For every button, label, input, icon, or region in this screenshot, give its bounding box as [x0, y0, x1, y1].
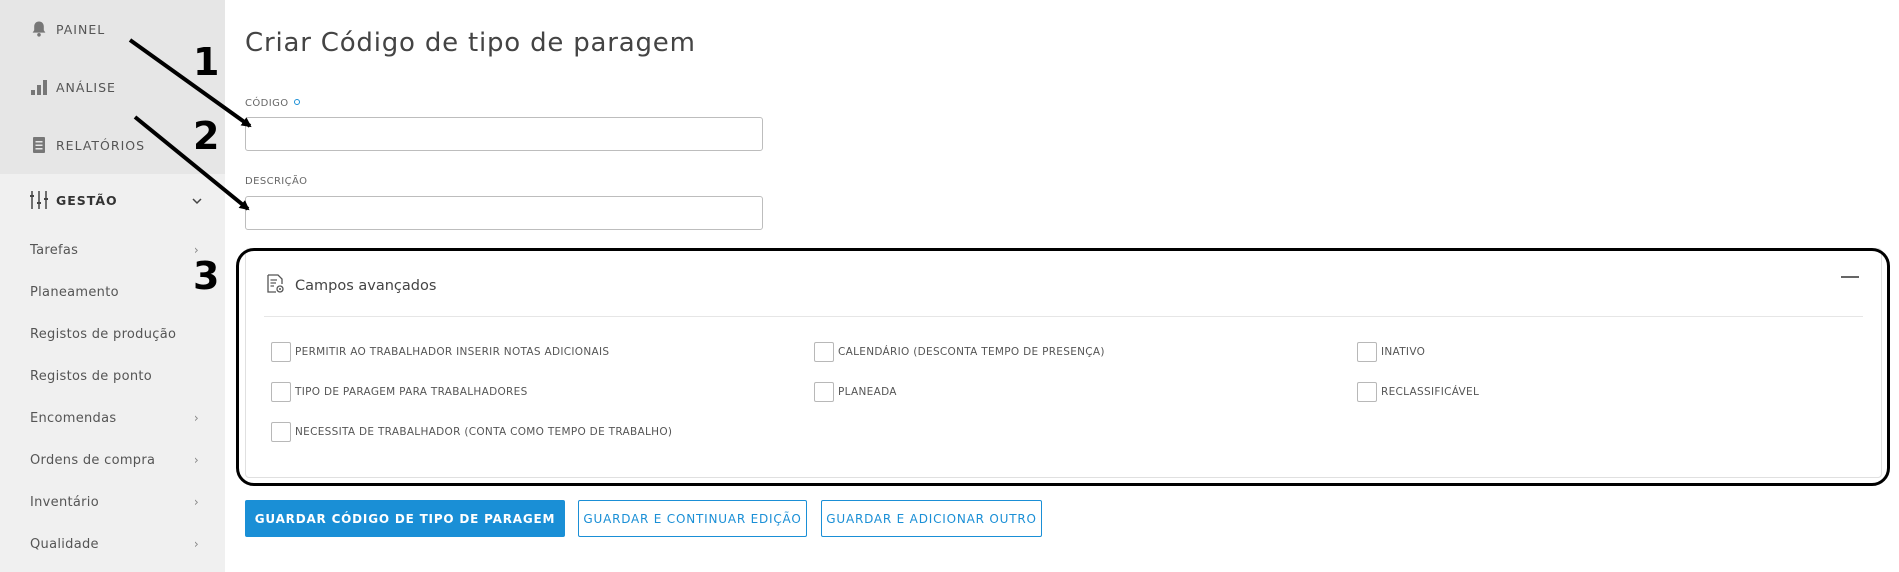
checkbox-label: NECESSITA DE TRABALHADOR (CONTA COMO TEM… [295, 426, 673, 438]
chevron-right-icon: › [193, 453, 199, 467]
checkbox-necessita-trabalhador[interactable]: NECESSITA DE TRABALHADOR (CONTA COMO TEM… [271, 422, 672, 442]
checkbox-box[interactable] [271, 382, 291, 402]
page-title: Criar Código de tipo de paragem [245, 28, 696, 58]
checkbox-calendario[interactable]: CALENDÁRIO (DESCONTA TEMPO DE PRESENÇA) [814, 342, 1105, 362]
sidebar-item-label: Registos de produção [30, 326, 177, 342]
sidebar-item-planeamento[interactable]: Planeamento [0, 277, 225, 307]
checkbox-inativo[interactable]: INATIVO [1357, 342, 1425, 362]
nav-analise-label: ANÁLISE [56, 79, 116, 95]
nav-painel[interactable]: PAINEL [0, 0, 225, 58]
checkbox-box[interactable] [271, 342, 291, 362]
sidebar-item-encomendas[interactable]: Encomendas › [0, 403, 225, 433]
checkbox-box[interactable] [814, 382, 834, 402]
advanced-fields-title: Campos avançados [295, 278, 437, 294]
chevron-right-icon: › [193, 411, 199, 425]
sidebar-item-tarefas[interactable]: Tarefas › [0, 235, 225, 265]
sidebar-item-label: Qualidade [30, 536, 99, 552]
nav-analise[interactable]: ANÁLISE [0, 58, 225, 116]
nav-painel-label: PAINEL [56, 21, 106, 37]
nav-relatorios-label: RELATÓRIOS [56, 137, 146, 153]
checkbox-planeada[interactable]: PLANEADA [814, 382, 897, 402]
sidebar-item-registos-producao[interactable]: Registos de produção [0, 319, 225, 349]
sliders-icon [29, 190, 49, 210]
advanced-fields-header[interactable]: Campos avançados [264, 273, 436, 299]
annotation-number-2: 2 [193, 114, 220, 158]
checkbox-label: TIPO DE PARAGEM PARA TRABALHADORES [295, 386, 528, 398]
sidebar-item-label: Tarefas [30, 242, 79, 258]
checkbox-label: CALENDÁRIO (DESCONTA TEMPO DE PRESENÇA) [838, 346, 1105, 358]
checkbox-label: INATIVO [1381, 346, 1426, 358]
sidebar-item-label: Registos de ponto [30, 368, 153, 384]
required-indicator-icon [293, 99, 300, 105]
chevron-right-icon: › [193, 495, 199, 509]
checkbox-box[interactable] [1357, 342, 1377, 362]
checkbox-label: PLANEADA [838, 386, 897, 398]
settings-document-icon [264, 273, 286, 299]
sidebar-item-label: Ordens de compra [30, 452, 156, 468]
checkbox-label: PERMITIR AO TRABALHADOR INSERIR NOTAS AD… [295, 346, 610, 358]
codigo-label: CÓDIGO [245, 98, 300, 109]
checkbox-box[interactable] [1357, 382, 1377, 402]
annotation-number-3: 3 [193, 254, 220, 298]
sidebar-item-inventario[interactable]: Inventário › [0, 487, 225, 517]
descricao-label: DESCRIÇÃO [245, 176, 308, 187]
save-button[interactable]: GUARDAR CÓDIGO DE TIPO DE PARAGEM [245, 500, 565, 537]
nav-relatorios[interactable]: RELATÓRIOS [0, 116, 225, 174]
sidebar: PAINEL ANÁLISE RELATÓRIOS GESTÃO Tarefas… [0, 0, 225, 572]
checkbox-tipo-paragem-trabalhadores[interactable]: TIPO DE PARAGEM PARA TRABALHADORES [271, 382, 528, 402]
sidebar-item-registos-ponto[interactable]: Registos de ponto [0, 361, 225, 391]
report-icon [29, 135, 49, 155]
checkbox-permitir-notas[interactable]: PERMITIR AO TRABALHADOR INSERIR NOTAS AD… [271, 342, 609, 362]
advanced-fields-panel: Campos avançados PERMITIR AO TRABALHADOR… [245, 248, 1882, 478]
sidebar-item-qualidade[interactable]: Qualidade › [0, 529, 225, 559]
collapse-icon[interactable] [1841, 276, 1859, 278]
sidebar-item-label: Planeamento [30, 284, 119, 300]
checkbox-label: RECLASSIFICÁVEL [1381, 386, 1480, 398]
sidebar-item-ordens-compra[interactable]: Ordens de compra › [0, 445, 225, 475]
checkbox-box[interactable] [814, 342, 834, 362]
codigo-input[interactable] [245, 117, 763, 151]
divider [264, 316, 1863, 317]
bell-icon [29, 19, 49, 39]
checkbox-box[interactable] [271, 422, 291, 442]
nav-gestao-label: GESTÃO [56, 192, 118, 208]
annotation-number-1: 1 [193, 40, 220, 84]
sidebar-item-label: Inventário [30, 494, 99, 510]
chevron-right-icon: › [193, 537, 199, 551]
nav-gestao[interactable]: GESTÃO [0, 176, 225, 224]
bar-chart-icon [29, 77, 49, 97]
save-continue-button[interactable]: GUARDAR E CONTINUAR EDIÇÃO [578, 500, 807, 537]
chevron-down-icon[interactable] [191, 192, 203, 211]
sidebar-item-label: Encomendas [30, 410, 117, 426]
checkbox-reclassificavel[interactable]: RECLASSIFICÁVEL [1357, 382, 1479, 402]
save-add-another-button[interactable]: GUARDAR E ADICIONAR OUTRO [821, 500, 1042, 537]
descricao-input[interactable] [245, 196, 763, 230]
codigo-label-text: CÓDIGO [245, 98, 289, 109]
